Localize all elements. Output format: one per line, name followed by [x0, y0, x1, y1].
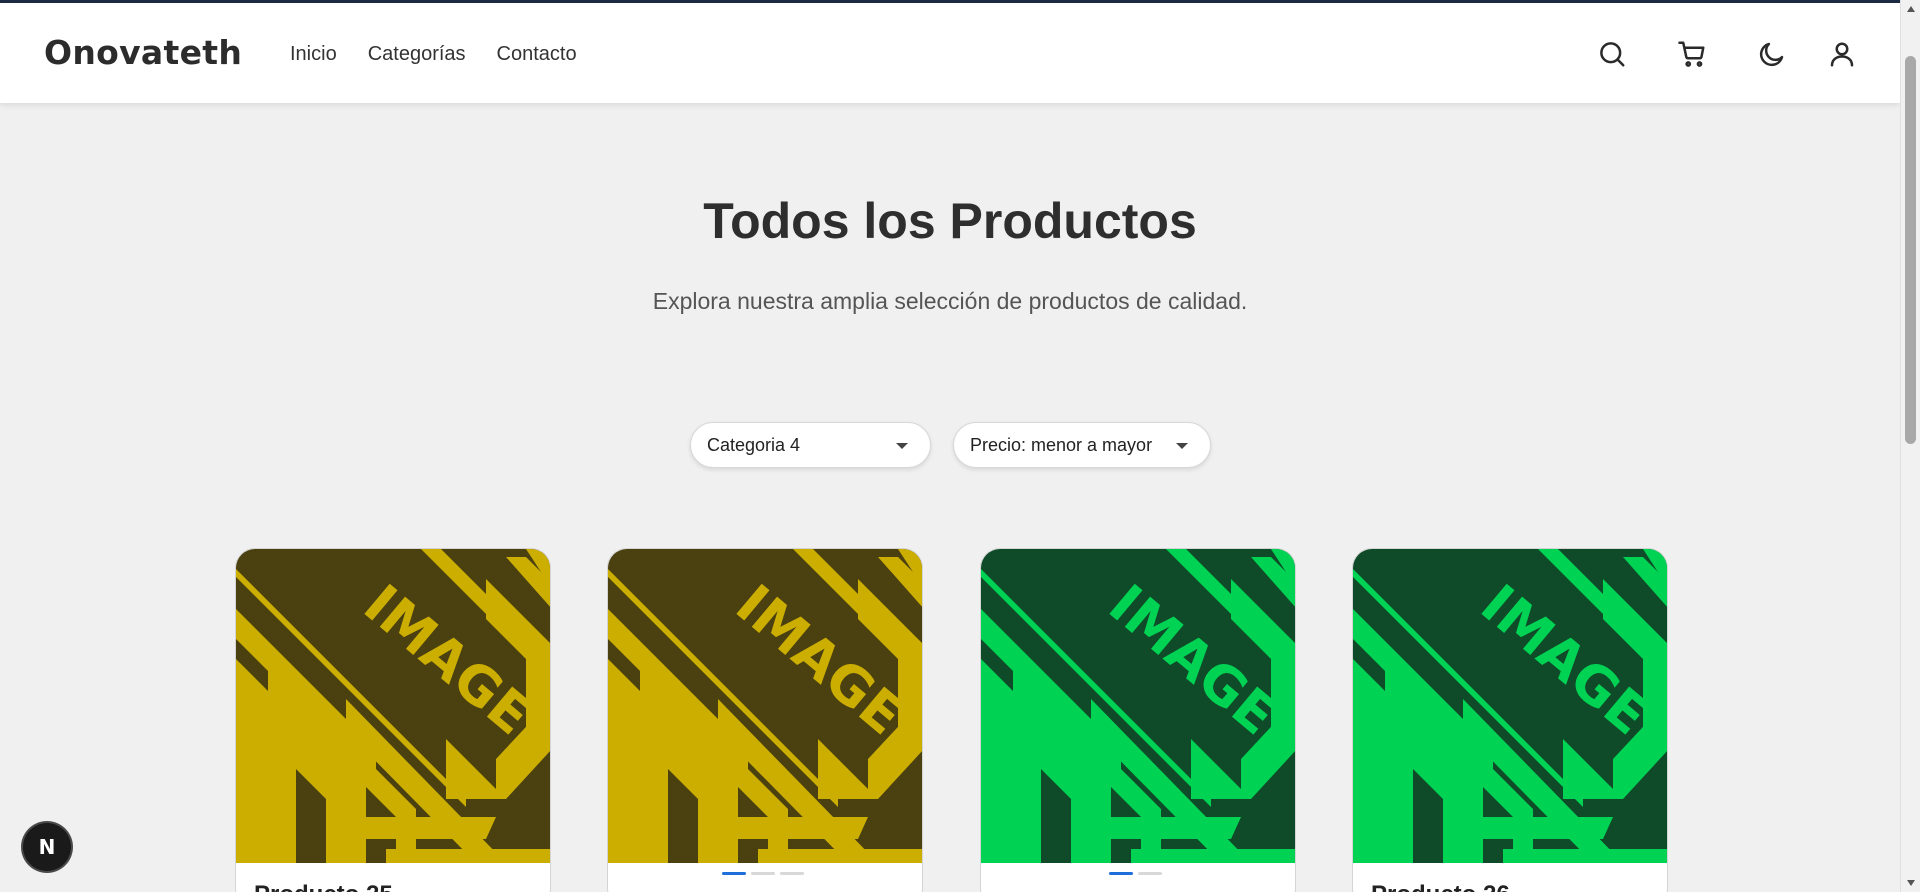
- product-card[interactable]: IMAGE: [607, 548, 923, 892]
- carousel-dot[interactable]: [1138, 872, 1162, 875]
- theme-toggle-button[interactable]: [1755, 37, 1789, 71]
- carousel-indicators: [722, 872, 804, 875]
- scrollbar-thumb[interactable]: [1905, 56, 1916, 444]
- devtools-badge-label: N: [38, 835, 56, 859]
- product-image[interactable]: IMAGE: [608, 549, 922, 863]
- page-subtitle: Explora nuestra amplia selección de prod…: [652, 288, 1248, 314]
- scroll-up-arrow-icon[interactable]: [1907, 6, 1915, 12]
- image-placeholder-icon: IMAGE: [1353, 549, 1667, 863]
- product-name[interactable]: Producto 26: [1371, 881, 1510, 892]
- carousel-dot[interactable]: [722, 872, 746, 875]
- cart-icon: [1678, 41, 1705, 67]
- scroll-down-arrow-icon[interactable]: [1907, 880, 1915, 886]
- carousel-dot[interactable]: [780, 872, 804, 875]
- chevron-down-icon: [896, 443, 908, 449]
- brand-logo[interactable]: Onovateth: [44, 33, 242, 72]
- user-icon: [1830, 42, 1854, 67]
- page-title: Todos los Productos: [703, 193, 1197, 249]
- sort-select-value: Precio: menor a mayor: [970, 434, 1153, 455]
- product-image[interactable]: IMAGE: [1353, 549, 1667, 863]
- product-image[interactable]: IMAGE: [236, 549, 550, 863]
- category-select-value: Categoria 4: [707, 434, 801, 455]
- sort-select[interactable]: Precio: menor a mayor: [953, 422, 1211, 468]
- product-image[interactable]: IMAGE: [981, 549, 1295, 863]
- account-button[interactable]: [1825, 37, 1859, 71]
- product-card[interactable]: IMAGE Producto 26: [1352, 548, 1668, 892]
- page-scrollbar[interactable]: [1900, 0, 1920, 892]
- product-card[interactable]: IMAGE Producto 25: [235, 548, 551, 892]
- navbar: Onovateth Inicio Categorías Contacto: [0, 3, 1900, 103]
- cart-button[interactable]: [1675, 37, 1709, 71]
- image-placeholder-icon: IMAGE: [981, 549, 1295, 863]
- carousel-dot[interactable]: [751, 872, 775, 875]
- nextjs-devtools-badge[interactable]: N: [23, 823, 71, 871]
- image-placeholder-icon: IMAGE: [608, 549, 922, 863]
- search-button[interactable]: [1595, 37, 1629, 71]
- main-nav: Inicio Categorías Contacto: [290, 43, 577, 66]
- category-select[interactable]: Categoria 4: [690, 422, 931, 468]
- moon-icon: [1759, 42, 1784, 67]
- nav-link-contacto[interactable]: Contacto: [497, 43, 577, 66]
- product-card[interactable]: IMAGE: [980, 548, 1296, 892]
- carousel-indicators: [1109, 872, 1162, 875]
- search-icon: [1600, 42, 1625, 67]
- carousel-dot[interactable]: [1109, 872, 1133, 875]
- product-name[interactable]: Producto 25: [254, 881, 393, 892]
- image-placeholder-icon: IMAGE: [236, 549, 550, 863]
- chevron-down-icon: [1176, 443, 1188, 449]
- nav-link-inicio[interactable]: Inicio: [290, 43, 337, 66]
- nav-link-categorias[interactable]: Categorías: [368, 43, 466, 66]
